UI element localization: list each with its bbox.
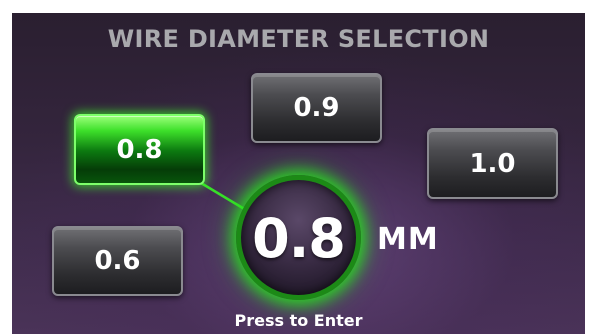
option-1-0-button[interactable]: 1.0 [427, 128, 558, 199]
enter-hint-text: Press to Enter [234, 311, 363, 330]
option-0-9-button[interactable]: 0.9 [251, 73, 382, 143]
current-value-display: 0.8 [252, 207, 346, 270]
screen-title: WIRE DIAMETER SELECTION [107, 25, 490, 53]
option-label: 1.0 [469, 148, 516, 179]
wire-diameter-screen: WIRE DIAMETER SELECTION 0.9 0.8 1.0 0.6 … [12, 13, 585, 334]
option-label: 0.9 [293, 93, 340, 123]
option-label: 0.6 [94, 246, 141, 276]
option-0-8-button[interactable]: 0.8 [74, 114, 205, 185]
unit-label: MM [377, 222, 439, 257]
option-label: 0.8 [116, 134, 163, 165]
selection-dial-enter-button[interactable]: 0.8 [236, 175, 361, 300]
option-0-6-button[interactable]: 0.6 [52, 226, 183, 296]
